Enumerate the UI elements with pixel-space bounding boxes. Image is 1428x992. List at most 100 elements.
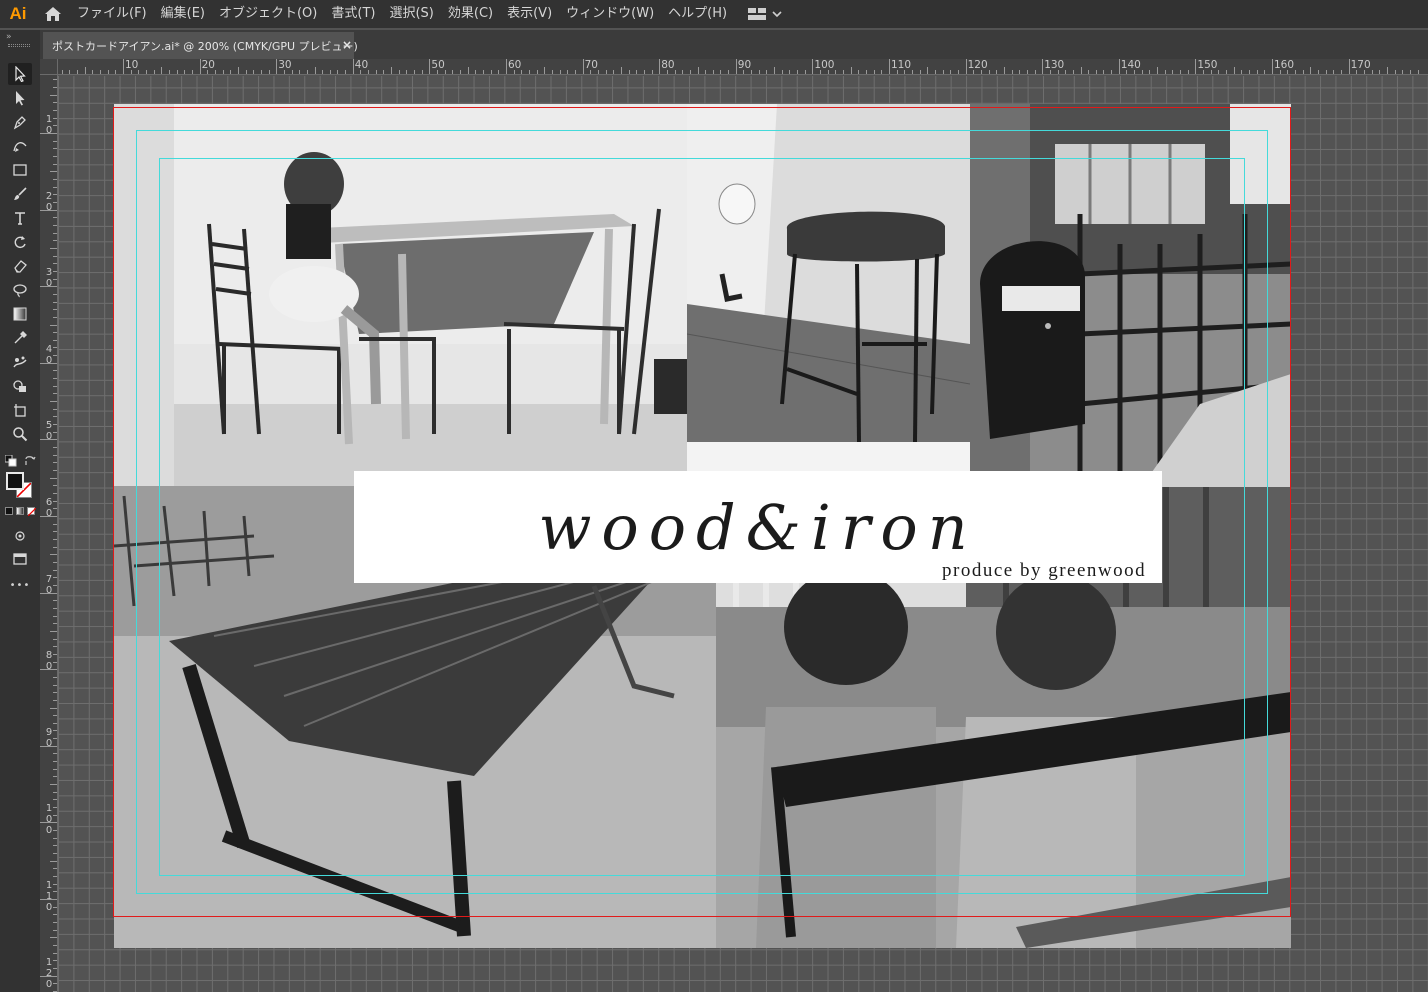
ruler-label: 4 0	[45, 343, 53, 366]
rotate-tool-icon[interactable]	[8, 231, 32, 253]
color-mode-buttons[interactable]	[5, 507, 36, 517]
menu-view[interactable]: 表示(V)	[500, 0, 559, 28]
gradient-tool-icon[interactable]	[8, 303, 32, 325]
photo-iron-stool[interactable]	[687, 104, 970, 442]
app-logo: Ai	[9, 4, 27, 23]
artboard-tool-icon[interactable]	[8, 399, 32, 421]
menu-object[interactable]: オブジェクト(O)	[212, 0, 324, 28]
ruler-tick	[1386, 67, 1388, 74]
ruler-tick	[1042, 59, 1044, 74]
ruler-origin[interactable]	[40, 59, 58, 75]
fill-stroke-swatch[interactable]	[6, 472, 34, 500]
curvature-tool-icon[interactable]	[8, 135, 32, 157]
document-tab[interactable]: ポストカードアイアン.ai* @ 200% (CMYK/GPU プレビュー) ×	[43, 32, 358, 59]
ruler-tick	[276, 59, 278, 74]
color-mode-icon[interactable]	[5, 507, 13, 515]
menu-select[interactable]: 選択(S)	[382, 0, 440, 28]
eraser-tool-icon[interactable]	[8, 255, 32, 277]
ruler-tick	[1256, 70, 1258, 74]
ruler-tick	[53, 186, 57, 188]
shape-builder-tool-icon[interactable]	[8, 375, 32, 397]
ruler-tick	[835, 70, 837, 74]
ruler-tick	[53, 332, 57, 334]
fill-swatch[interactable]	[6, 472, 24, 490]
ruler-tick	[674, 70, 676, 74]
horizontal-ruler[interactable]: 10 20 30 40 50 60 70 80 90 100 110 120 130 140 150 160 1…	[58, 59, 1428, 75]
ruler-tick	[781, 70, 783, 74]
ruler-tick	[53, 921, 57, 923]
type-tool-icon[interactable]	[8, 207, 32, 229]
rectangle-tool-icon[interactable]	[8, 159, 32, 181]
ruler-tick	[352, 59, 354, 74]
paintbrush-tool-icon[interactable]	[8, 183, 32, 205]
ruler-tick	[329, 70, 331, 74]
eyedropper-tool-icon[interactable]	[8, 327, 32, 349]
ruler-tick	[53, 692, 57, 694]
ruler-tick	[53, 378, 57, 380]
ruler-tick	[53, 753, 57, 755]
ruler-label: 150	[1197, 59, 1218, 71]
photo-girl-at-table[interactable]	[114, 104, 687, 490]
ruler-label: 140	[1120, 59, 1141, 71]
ruler-tick	[720, 70, 722, 74]
panel-collapse-icon[interactable]: »	[6, 32, 12, 42]
none-mode-icon[interactable]	[27, 507, 36, 516]
ruler-tick	[1088, 70, 1090, 74]
ruler-tick	[421, 70, 423, 74]
ruler-tick	[53, 853, 57, 855]
tagline-text[interactable]: produce by greenwood	[942, 560, 1146, 582]
menu-file[interactable]: ファイル(F)	[70, 0, 154, 28]
ruler-label: 20	[201, 59, 215, 71]
canvas[interactable]: wood&iron produce by greenwood	[58, 76, 1428, 992]
ruler-tick	[53, 615, 57, 617]
vertical-ruler[interactable]: 1 0 2 0 3 0 4 0 5 0 6 0 7 0 8 0 9 0 1 0 0 1 1 0 1 2…	[40, 75, 58, 992]
zoom-tool-icon[interactable]	[8, 423, 32, 445]
home-icon[interactable]	[36, 0, 70, 28]
ruler-tick	[1111, 70, 1113, 74]
photo-mailbox-fence[interactable]	[970, 104, 1291, 489]
more-tools-button[interactable]: •••	[0, 580, 40, 591]
gradient-mode-icon[interactable]	[16, 507, 24, 515]
postcard-artwork[interactable]: wood&iron produce by greenwood	[114, 104, 1291, 948]
panel-grip[interactable]	[8, 44, 30, 47]
ruler-tick	[1080, 67, 1082, 74]
menu-type[interactable]: 書式(T)	[324, 0, 382, 28]
menu-help[interactable]: ヘルプ(H)	[661, 0, 734, 28]
ruler-tick	[1026, 70, 1028, 74]
menu-edit[interactable]: 編集(E)	[154, 0, 212, 28]
ruler-tick	[53, 676, 57, 678]
ruler-tick	[774, 67, 776, 74]
draw-mode-icon[interactable]	[8, 525, 32, 547]
ruler-tick	[490, 70, 492, 74]
ruler-tick	[245, 70, 247, 74]
puppet-warp-tool-icon[interactable]	[8, 351, 32, 373]
screen-mode-icon[interactable]	[8, 548, 32, 570]
selection-tool-icon[interactable]	[8, 63, 32, 85]
swap-colors-icon[interactable]	[24, 452, 36, 465]
pen-tool-icon[interactable]	[8, 111, 32, 133]
direct-selection-tool-icon[interactable]	[8, 87, 32, 109]
ruler-label: 9 0	[45, 726, 53, 749]
document-tab-bar: ポストカードアイアン.ai* @ 200% (CMYK/GPU プレビュー) ×	[40, 30, 1428, 59]
ruler-tick	[1241, 70, 1243, 74]
ruler-tick	[536, 70, 538, 74]
close-tab-icon[interactable]: ×	[340, 32, 354, 59]
ruler-tick	[53, 339, 57, 341]
lasso-tool-icon[interactable]	[8, 279, 32, 301]
layout-grid-icon	[748, 8, 767, 20]
ruler-tick	[636, 70, 638, 74]
menu-effect[interactable]: 効果(C)	[441, 0, 500, 28]
ruler-tick	[1310, 67, 1312, 74]
ruler-tick	[53, 232, 57, 234]
ruler-tick	[1340, 70, 1342, 74]
ruler-label: 3 0	[45, 267, 53, 290]
menu-window[interactable]: ウィンドウ(W)	[559, 0, 661, 28]
ruler-tick	[53, 493, 57, 495]
ruler-tick	[919, 70, 921, 74]
ruler-tick	[230, 70, 232, 74]
default-colors-icon[interactable]	[4, 452, 17, 467]
workspace-switcher[interactable]	[748, 0, 782, 28]
ruler-tick	[53, 607, 57, 609]
ruler-tick	[50, 477, 57, 479]
ruler-tick	[1164, 70, 1166, 74]
